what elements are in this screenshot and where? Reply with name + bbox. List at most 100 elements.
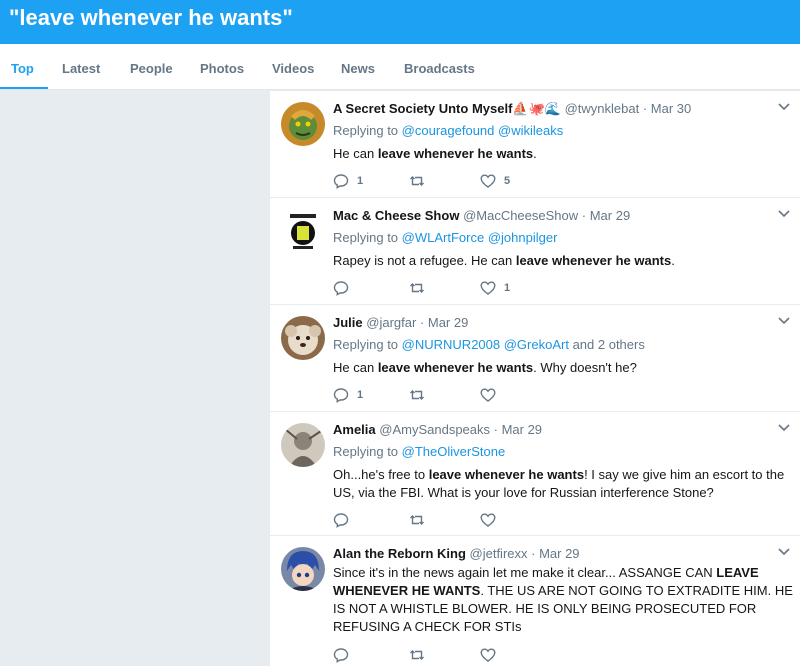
reply-mentions[interactable]: @NURNUR2008 @GrekoArt (402, 337, 569, 352)
text-segment: . (671, 253, 675, 268)
search-query-title: "leave whenever he wants" (9, 5, 293, 30)
replying-to: Replying to @TheOliverStone (333, 444, 505, 459)
timestamp[interactable]: · Mar 29 (582, 208, 630, 223)
retweet-button[interactable] (409, 387, 433, 403)
handle[interactable]: @MacCheeseShow (463, 208, 578, 223)
reply-mentions[interactable]: @WLArtForce @johnpilger (402, 230, 558, 245)
retweet-button[interactable] (409, 512, 433, 528)
like-button[interactable]: 5 (480, 173, 510, 189)
timestamp[interactable]: · Mar 30 (643, 101, 691, 116)
retweet-icon (410, 176, 424, 186)
tweet-header: Amelia @AmySandspeaks · Mar 29 (333, 422, 542, 437)
tab-top[interactable]: Top (11, 61, 34, 76)
chevron-down-icon[interactable] (778, 548, 790, 556)
reply-mentions[interactable]: @TheOliverStone (402, 444, 506, 459)
retweet-icon (410, 283, 424, 293)
avatar[interactable] (281, 316, 325, 360)
display-name[interactable]: Amelia (333, 422, 376, 437)
text-highlight: leave whenever he wants (377, 146, 534, 161)
tweet-text: Rapey is not a refugee. He can leave whe… (333, 252, 793, 270)
avatar[interactable] (281, 547, 325, 591)
replying-to-label: Replying to (333, 337, 399, 352)
tab-broadcasts[interactable]: Broadcasts (404, 61, 475, 76)
like-count: 5 (504, 175, 511, 187)
text-segment: Rapey is not a refugee. He can (333, 253, 516, 268)
tweet-actions: 1 5 (333, 173, 633, 189)
avatar[interactable] (281, 423, 325, 467)
reply-button[interactable] (333, 280, 357, 296)
replying-to-label: Replying to (333, 444, 399, 459)
tweet-item[interactable]: Alan the Reborn King @jetfirexx · Mar 29… (270, 536, 800, 666)
tweet-item[interactable]: Julie @jargfar · Mar 29 Replying to @NUR… (270, 305, 800, 412)
like-count: 1 (504, 282, 511, 294)
retweet-icon (410, 390, 424, 400)
timestamp[interactable]: · Mar 29 (494, 422, 542, 437)
retweet-icon (410, 650, 424, 660)
retweet-button[interactable] (409, 280, 433, 296)
tweet-item[interactable]: Mac & Cheese Show @MacCheeseShow · Mar 2… (270, 198, 800, 305)
tweet-header: Julie @jargfar · Mar 29 (333, 315, 468, 330)
replying-to-label: Replying to (333, 230, 399, 245)
heart-icon (480, 513, 496, 527)
tweet-actions (333, 512, 633, 528)
display-name[interactable]: Alan the Reborn King (333, 546, 466, 561)
reply-mentions[interactable]: @couragefound @wikileaks (402, 123, 564, 138)
timestamp[interactable]: · Mar 29 (531, 546, 579, 561)
tweet-actions: 1 (333, 280, 633, 296)
tab-photos[interactable]: Photos (200, 61, 244, 76)
tab-people[interactable]: People (130, 61, 173, 76)
chevron-down-icon[interactable] (778, 424, 790, 432)
tweet-item[interactable]: A Secret Society Unto Myself⛵🐙🌊 @twynkle… (270, 91, 800, 198)
tweet-header: A Secret Society Unto Myself⛵🐙🌊 @twynkle… (333, 101, 691, 117)
timestamp[interactable]: · Mar 29 (420, 315, 468, 330)
active-tab-indicator (0, 87, 48, 89)
reply-button[interactable]: 1 (333, 173, 363, 189)
reply-count: 1 (357, 175, 364, 187)
replying-to-label: Replying to (333, 123, 399, 138)
chevron-down-icon[interactable] (778, 317, 790, 325)
reply-others[interactable]: and 2 others (569, 337, 645, 352)
display-name[interactable]: A Secret Society Unto Myself (333, 101, 512, 116)
replying-to: Replying to @NURNUR2008 @GrekoArt and 2 … (333, 337, 645, 352)
reply-count: 1 (357, 389, 364, 401)
text-segment: Oh...he's free to (333, 467, 429, 482)
tweet-actions: 1 (333, 387, 633, 403)
avatar[interactable] (281, 209, 325, 253)
reply-button[interactable] (333, 647, 357, 663)
like-button[interactable] (480, 512, 504, 528)
handle[interactable]: @twynklebat (565, 101, 640, 116)
text-highlight: leave whenever he wants (515, 253, 672, 268)
tab-news[interactable]: News (341, 61, 375, 76)
like-button[interactable] (480, 647, 504, 663)
display-name[interactable]: Mac & Cheese Show (333, 208, 459, 223)
handle[interactable]: @jetfirexx (470, 546, 528, 561)
avatar[interactable] (281, 102, 325, 146)
reply-icon (333, 648, 349, 663)
tweet-item[interactable]: Amelia @AmySandspeaks · Mar 29 Replying … (270, 412, 800, 536)
reply-icon (333, 174, 349, 189)
text-segment: . (533, 146, 537, 161)
handle[interactable]: @AmySandspeaks (379, 422, 490, 437)
display-name[interactable]: Julie (333, 315, 363, 330)
search-tabs: Top Latest People Photos Videos News Bro… (0, 44, 800, 90)
like-button[interactable]: 1 (480, 280, 510, 296)
reply-button[interactable]: 1 (333, 387, 363, 403)
retweet-button[interactable] (409, 647, 433, 663)
tweet-header: Alan the Reborn King @jetfirexx · Mar 29 (333, 546, 580, 561)
heart-icon (480, 648, 496, 662)
chevron-down-icon[interactable] (778, 210, 790, 218)
tab-latest[interactable]: Latest (62, 61, 100, 76)
retweet-icon (410, 515, 424, 525)
tweet-text: He can leave whenever he wants. (333, 145, 793, 163)
like-button[interactable] (480, 387, 504, 403)
chevron-down-icon[interactable] (778, 103, 790, 111)
replying-to: Replying to @WLArtForce @johnpilger (333, 230, 557, 245)
retweet-button[interactable] (409, 173, 433, 189)
handle[interactable]: @jargfar (366, 315, 416, 330)
tweet-actions (333, 647, 633, 663)
replying-to: Replying to @couragefound @wikileaks (333, 123, 563, 138)
text-segment: He can (333, 360, 378, 375)
heart-icon (480, 281, 496, 295)
tab-videos[interactable]: Videos (272, 61, 314, 76)
reply-button[interactable] (333, 512, 357, 528)
